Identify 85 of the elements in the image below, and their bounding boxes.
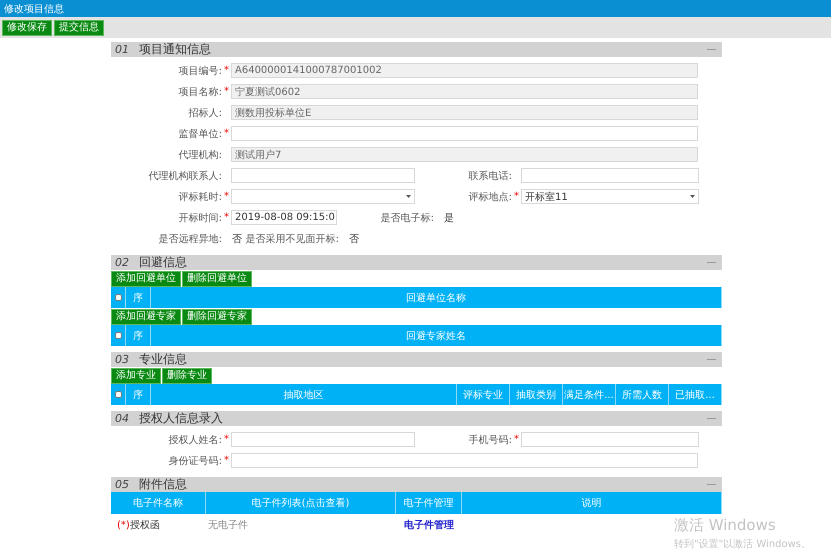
column-header: 满足条件... xyxy=(564,388,614,402)
column-header: 抽取地区 xyxy=(284,388,324,402)
field-label: 是否电子标: xyxy=(380,212,434,224)
grid-button[interactable]: 添加回避单位 xyxy=(111,271,181,287)
manage-link[interactable]: 电子件管理 xyxy=(404,518,454,532)
field-label: 是否远程异地: xyxy=(158,232,222,246)
field-label: 评标地点: xyxy=(468,190,512,204)
field-label: 监督单位: xyxy=(178,128,222,140)
section-title: 项目通知信息 xyxy=(139,41,211,58)
required-mark: * xyxy=(224,86,229,97)
column-header: 回避专家姓名 xyxy=(406,330,466,342)
column-header: 评标专业 xyxy=(463,388,503,402)
input-field[interactable] xyxy=(521,168,699,183)
field-label: 代理机构联系人: xyxy=(148,170,222,182)
section-number: 01 xyxy=(115,43,129,56)
required-mark: * xyxy=(224,455,229,466)
input-field[interactable] xyxy=(231,168,415,183)
field-label: 代理机构: xyxy=(178,148,222,162)
caret-icon[interactable] xyxy=(406,195,411,198)
column-header: 所需人数 xyxy=(622,388,662,402)
grid-button[interactable]: 添加专业 xyxy=(111,368,161,384)
caret-icon[interactable] xyxy=(690,195,695,198)
input-field[interactable] xyxy=(231,432,415,447)
field-label: 授权人姓名: xyxy=(168,434,222,446)
readonly-field[interactable]: 宁夏测试0602 xyxy=(231,84,698,99)
toolbar-button[interactable]: 修改保存 xyxy=(2,20,52,36)
column-header: 说明 xyxy=(462,492,722,514)
column-header: 电子件管理 xyxy=(396,492,462,514)
activation-hint: 转到"设置"以激活 Windows。 xyxy=(674,538,811,551)
select-field[interactable]: 开标室11 xyxy=(521,189,699,204)
section-title: 附件信息 xyxy=(139,476,187,493)
required-mark: * xyxy=(224,128,229,139)
field-label: 开标时间: xyxy=(178,212,222,224)
column-header: 已抽取... xyxy=(675,388,715,402)
section-number: 03 xyxy=(115,353,129,366)
column-header: 序 xyxy=(133,292,143,304)
input-field[interactable] xyxy=(521,432,699,447)
section-number: 04 xyxy=(115,412,129,425)
field-value: 否 xyxy=(231,232,242,246)
grid-button[interactable]: 删除回避单位 xyxy=(182,271,252,287)
input-field[interactable] xyxy=(231,126,698,141)
section-title: 授权人信息录入 xyxy=(139,410,223,427)
select-all-checkbox[interactable] xyxy=(115,391,122,398)
field-value: 否 xyxy=(348,232,359,246)
field-label: 项目名称: xyxy=(178,86,222,98)
select-field[interactable] xyxy=(231,189,415,204)
column-header: 电子件列表(点击查看) xyxy=(206,492,396,514)
required-mark: * xyxy=(514,191,519,202)
readonly-field[interactable]: A6400000141000787001002 xyxy=(231,63,698,78)
attachment-name: (*)授权函 xyxy=(117,518,160,532)
column-header: 抽取类别 xyxy=(516,388,556,402)
required-mark: * xyxy=(224,65,229,76)
select-all-checkbox[interactable] xyxy=(115,332,122,339)
file-list: 无电子件 xyxy=(206,518,248,532)
field-label: 手机号码: xyxy=(468,434,512,446)
column-header: 序 xyxy=(133,330,143,342)
window-title: 修改项目信息 xyxy=(4,2,64,16)
column-header: 电子件名称 xyxy=(111,492,206,514)
activation-notice: 激活 Windows xyxy=(674,516,776,535)
column-header: 回避单位名称 xyxy=(406,292,466,304)
section-number: 02 xyxy=(115,256,129,269)
field-label: 是否采用不见面开标: xyxy=(244,232,339,246)
field-label: 联系电话: xyxy=(468,170,512,182)
grid-button[interactable]: 添加回避专家 xyxy=(111,309,181,325)
readonly-field[interactable]: 测试用户7 xyxy=(231,147,698,162)
section-number: 05 xyxy=(115,478,129,491)
toolbar-button[interactable]: 提交信息 xyxy=(54,20,104,36)
select-all-checkbox[interactable] xyxy=(115,294,122,301)
field-label: 身份证号码: xyxy=(168,454,222,468)
field-label: 招标人: xyxy=(188,106,222,120)
required-mark: * xyxy=(224,434,229,445)
column-header: 序 xyxy=(133,388,143,402)
required-mark: * xyxy=(514,434,519,445)
input-field[interactable] xyxy=(231,453,698,468)
date-field[interactable]: 2019-08-08 09:15:0 xyxy=(231,210,337,225)
required-mark: * xyxy=(224,212,229,223)
section-title: 回避信息 xyxy=(139,254,187,271)
field-label: 评标耗时: xyxy=(178,190,222,204)
section-title: 专业信息 xyxy=(139,351,187,368)
field-label: 项目编号: xyxy=(178,64,222,78)
readonly-field[interactable]: 测数用投标单位E xyxy=(231,105,698,120)
field-value: 是 xyxy=(443,212,454,224)
grid-button[interactable]: 删除专业 xyxy=(162,368,212,384)
required-mark: * xyxy=(224,191,229,202)
grid-button[interactable]: 删除回避专家 xyxy=(182,309,252,325)
